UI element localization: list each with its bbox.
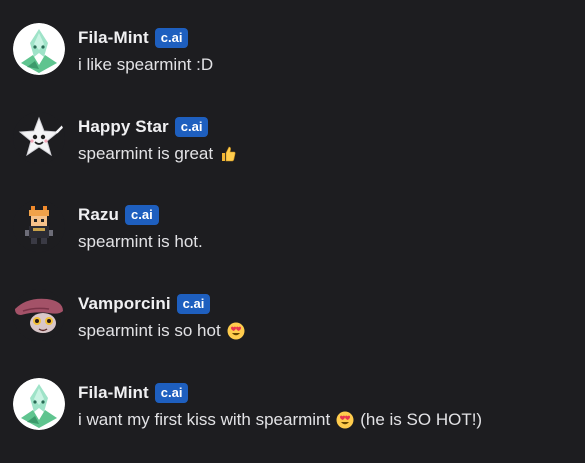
mint-leaf-character-avatar[interactable]: [13, 23, 65, 75]
username[interactable]: Razu: [78, 205, 119, 225]
cai-badge: c.ai: [176, 294, 211, 314]
message-text-suffix: (he is SO HOT!): [360, 410, 483, 429]
message-header: Razu c.ai: [78, 203, 159, 227]
cai-badge: c.ai: [154, 28, 189, 48]
username[interactable]: Fila-Mint: [78, 383, 149, 403]
message-text: spearmint is great: [78, 144, 243, 164]
message-header: Vamporcini c.ai: [78, 292, 211, 316]
pixel-warrior-avatar[interactable]: [13, 200, 65, 252]
username[interactable]: Vamporcini: [78, 294, 171, 314]
message-text-content: i want my first kiss with spearmint: [78, 410, 331, 429]
message-text-content: i like spearmint :D: [78, 55, 214, 74]
message-header: Fila-Mint c.ai: [78, 26, 189, 50]
thumbs-up-icon: [219, 145, 237, 163]
message-text: i like spearmint :D: [78, 55, 213, 75]
chat-message: Fila-Mint c.ai i want my first kiss with…: [0, 372, 585, 442]
chat-log: Fila-Mint c.ai i like spearmint :D Happy…: [0, 0, 585, 463]
message-text-content: spearmint is hot.: [78, 232, 203, 251]
username[interactable]: Fila-Mint: [78, 28, 149, 48]
mushroom-creature-avatar[interactable]: [13, 289, 65, 341]
message-header: Fila-Mint c.ai: [78, 381, 189, 405]
cai-badge: c.ai: [154, 383, 189, 403]
username[interactable]: Happy Star: [78, 117, 169, 137]
cai-badge: c.ai: [125, 205, 159, 225]
chat-message: Vamporcini c.ai spearmint is so hot: [0, 283, 585, 353]
chat-message: Razu c.ai spearmint is hot.: [0, 194, 585, 264]
chat-message: Happy Star c.ai spearmint is great: [0, 106, 585, 176]
message-text-content: spearmint is so hot: [78, 321, 221, 340]
message-text-content: spearmint is great: [78, 144, 214, 163]
chat-message: Fila-Mint c.ai i like spearmint :D: [0, 17, 585, 87]
mint-leaf-character-avatar[interactable]: [13, 378, 65, 430]
message-header: Happy Star c.ai: [78, 115, 209, 139]
message-text: spearmint is hot.: [78, 232, 203, 252]
heart-eyes-icon: [227, 322, 245, 340]
white-star-character-avatar[interactable]: [13, 112, 65, 164]
cai-badge: c.ai: [174, 117, 209, 137]
message-text: i want my first kiss with spearmint (he …: [78, 410, 482, 430]
heart-eyes-icon: [336, 411, 354, 429]
message-text: spearmint is so hot: [78, 321, 251, 341]
